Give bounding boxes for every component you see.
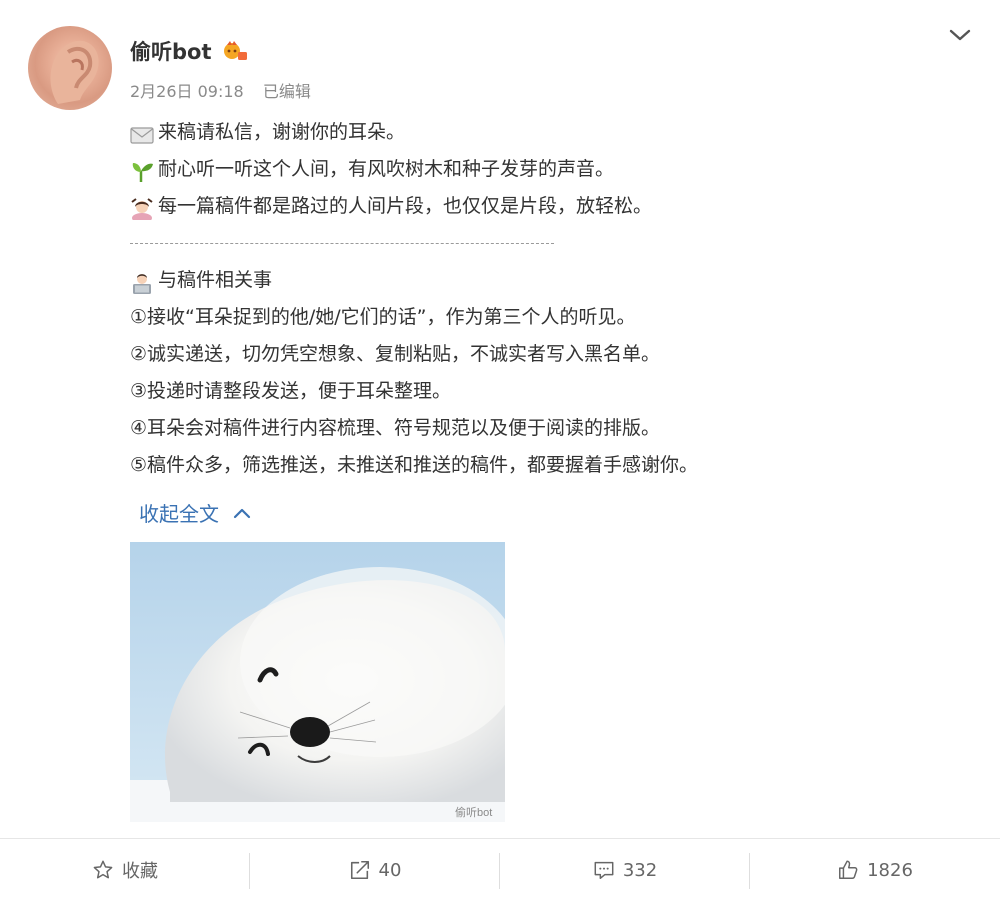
post-meta: 2月26日 09:18 已编辑 (130, 78, 325, 102)
body-line: ④耳朵会对稿件进行内容梳理、符号规范以及便于阅读的排版。 (130, 417, 661, 439)
post-image[interactable]: 偷听bot (130, 542, 505, 822)
watermark-text: 偷听bot (455, 805, 492, 819)
comment-icon (594, 861, 614, 879)
post-body: 来稿请私信，谢谢你的耳朵。 耐心听一听这个人间，有风吹树木和种子发芽的声音。 每… (130, 114, 990, 484)
star-icon (93, 860, 113, 879)
favorite-button[interactable]: 收藏 (0, 839, 250, 901)
vip-badge-icon (222, 40, 248, 62)
comment-button[interactable]: 332 (500, 839, 750, 901)
body-line: 与稿件相关事 (130, 262, 990, 299)
body-line: 耐心听一听这个人间，有风吹树木和种子发芽的声音。 (130, 151, 990, 188)
repost-count[interactable]: 40 (379, 860, 402, 881)
username-text[interactable]: 偷听bot (130, 36, 212, 66)
favorite-label[interactable]: 收藏 (122, 857, 158, 883)
username[interactable]: 偷听bot (130, 36, 248, 66)
body-line: ③投递时请整段发送，便于耳朵整理。 (130, 380, 452, 402)
person-laptop-icon (130, 270, 154, 294)
collapse-label[interactable]: 收起全文 (139, 498, 219, 527)
divider (130, 225, 990, 262)
body-line: ⑤稿件众多，筛选推送，未推送和推送的稿件，都要握着手感谢你。 (130, 454, 699, 476)
collapse-text-button[interactable]: 收起全文 (139, 498, 251, 527)
divider-dashes (130, 243, 554, 244)
body-line: 每一篇稿件都是路过的人间片段，也仅仅是片段，放轻松。 (130, 188, 990, 225)
seedling-icon (130, 159, 154, 182)
chevron-down-icon[interactable] (948, 26, 972, 44)
thumbs-up-icon (839, 860, 858, 879)
edited-label[interactable]: 已编辑 (263, 82, 311, 101)
like-count[interactable]: 1826 (867, 860, 913, 881)
comment-count[interactable]: 332 (623, 860, 657, 881)
repost-icon (350, 860, 369, 880)
like-button[interactable]: 1826 (750, 839, 1000, 901)
chevron-up-icon (233, 508, 251, 518)
action-bar: 收藏 40 332 1826 (0, 839, 1000, 901)
repost-button[interactable]: 40 (250, 839, 500, 901)
avatar[interactable] (28, 26, 112, 110)
post-date[interactable]: 2月26日 09:18 (130, 82, 244, 101)
body-line: ①接收“耳朵捉到的他/她/它们的话”，作为第三个人的听见。 (130, 306, 636, 328)
envelope-icon (130, 122, 154, 144)
body-line: ②诚实递送，切勿凭空想象、复制粘贴，不诚实者写入黑名单。 (130, 343, 661, 365)
person-gesturing-icon (130, 196, 154, 223)
body-line: 来稿请私信，谢谢你的耳朵。 (130, 114, 990, 151)
